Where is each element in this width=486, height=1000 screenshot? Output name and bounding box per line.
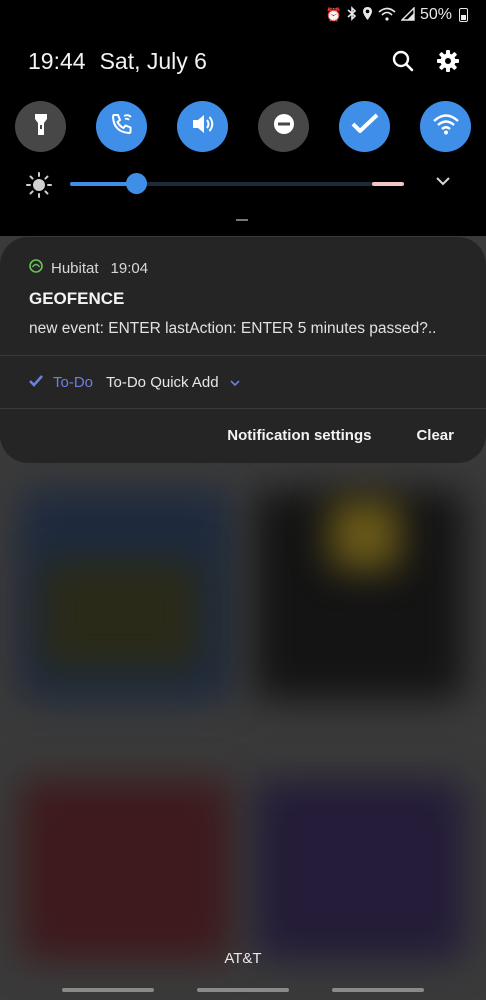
dnd-toggle[interactable]: [258, 101, 309, 152]
alarm-icon: ⏰: [325, 7, 342, 22]
search-icon[interactable]: [388, 46, 418, 76]
notification-footer: Notification settings Clear: [227, 427, 454, 444]
brightness-thumb[interactable]: [126, 173, 148, 194]
flashlight-toggle[interactable]: [15, 101, 66, 152]
notification-body: new event: ENTER lastAction: ENTER 5 min…: [29, 320, 437, 337]
notification-card[interactable]: Hubitat 19:04 GEOFENCE new event: ENTER …: [0, 237, 486, 463]
checkmark-icon: [29, 374, 43, 391]
todo-app-label: To-Do: [53, 374, 94, 391]
quick-settings: [15, 101, 471, 152]
nav-home-button[interactable]: [197, 988, 289, 992]
dnd-icon: [272, 112, 296, 141]
divider: [0, 408, 486, 409]
date-label[interactable]: Sat, July 6: [100, 48, 207, 75]
brightness-recommended-mark: [372, 182, 404, 186]
todo-quick-add-label[interactable]: To-Do Quick Add: [106, 374, 219, 391]
volume-icon: [190, 111, 216, 142]
wifi-icon: [378, 7, 396, 24]
todo-toggle[interactable]: [339, 101, 390, 152]
notification-shade: ⏰ 50% 19:44 Sat, July 6: [0, 0, 486, 236]
notification-time: 19:04: [110, 259, 149, 277]
brightness-control: [26, 170, 466, 198]
battery-icon: [459, 8, 468, 22]
navigation-bar: [0, 988, 486, 994]
status-bar: ⏰ 50%: [326, 4, 468, 26]
nav-recents-button[interactable]: [62, 988, 154, 992]
hubitat-app-icon: [29, 259, 43, 277]
notification-title: GEOFENCE: [29, 289, 125, 308]
notification-settings-button[interactable]: Notification settings: [227, 427, 371, 444]
chevron-down-icon[interactable]: [229, 374, 241, 391]
wifi-calling-icon: [109, 111, 135, 142]
signal-icon: [400, 5, 415, 24]
carrier-label: AT&T: [224, 950, 262, 967]
bluetooth-icon: [347, 6, 357, 24]
app-name: Hubitat: [51, 259, 99, 277]
sound-toggle[interactable]: [177, 101, 228, 152]
clock-time[interactable]: 19:44: [28, 48, 86, 75]
location-icon: [362, 6, 373, 24]
notification-header: Hubitat 19:04: [29, 259, 148, 277]
gear-icon[interactable]: [433, 46, 463, 76]
sun-icon: [26, 172, 52, 198]
wifi-icon: [432, 113, 460, 140]
clock-date[interactable]: 19:44 Sat, July 6: [28, 48, 207, 75]
nav-back-button[interactable]: [332, 988, 424, 992]
battery-percent: 50%: [419, 6, 452, 23]
flashlight-icon: [30, 111, 52, 142]
chevron-down-icon[interactable]: [434, 174, 452, 192]
wifi-calling-toggle[interactable]: [96, 101, 147, 152]
clear-button[interactable]: Clear: [416, 427, 454, 444]
todo-quick-add-action[interactable]: To-Do To-Do Quick Add: [29, 374, 241, 391]
wifi-toggle[interactable]: [420, 101, 471, 152]
checkmark-icon: [351, 113, 379, 140]
brightness-slider[interactable]: [70, 182, 404, 186]
divider: [0, 355, 486, 356]
panel-drag-handle[interactable]: [236, 219, 248, 221]
